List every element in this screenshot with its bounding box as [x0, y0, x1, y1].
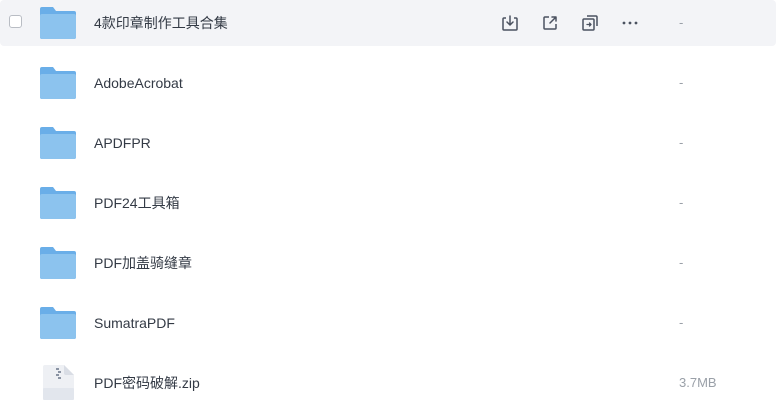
file-size: - — [679, 255, 684, 270]
file-name[interactable]: AdobeAcrobat — [94, 74, 183, 92]
zip-file-icon — [43, 365, 74, 400]
file-size: 3.7MB — [679, 375, 717, 390]
folder-icon — [40, 67, 76, 99]
file-row[interactable]: PDF加盖骑缝章 - — [0, 240, 776, 286]
file-row[interactable]: PDF24工具箱 - — [0, 180, 776, 226]
copy-to-icon — [582, 15, 598, 31]
file-row[interactable]: PDF密码破解.zip 3.7MB — [0, 360, 776, 406]
download-button[interactable] — [499, 12, 521, 34]
file-list: 4款印章制作工具合集 - AdobeAcrobat - APDFPR - PDF… — [0, 0, 776, 414]
file-name[interactable]: PDF24工具箱 — [94, 194, 180, 212]
file-name[interactable]: 4款印章制作工具合集 — [94, 14, 228, 32]
file-row[interactable]: SumatraPDF - — [0, 300, 776, 346]
folder-icon — [40, 187, 76, 219]
folder-icon — [40, 307, 76, 339]
file-row[interactable]: AdobeAcrobat - — [0, 60, 776, 106]
folder-icon — [40, 247, 76, 279]
row-checkbox[interactable] — [9, 15, 22, 28]
download-icon — [502, 15, 518, 31]
more-icon — [622, 21, 638, 25]
share-button[interactable] — [539, 12, 561, 34]
folder-icon — [40, 7, 76, 39]
copy-to-button[interactable] — [579, 12, 601, 34]
file-size: - — [679, 15, 684, 30]
file-row[interactable]: 4款印章制作工具合集 - — [0, 0, 776, 46]
file-size: - — [679, 75, 684, 90]
file-row[interactable]: APDFPR - — [0, 120, 776, 166]
file-name[interactable]: PDF密码破解.zip — [94, 374, 200, 392]
file-name[interactable]: APDFPR — [94, 134, 151, 152]
file-size: - — [679, 195, 684, 210]
more-button[interactable] — [619, 12, 641, 34]
share-icon — [543, 16, 557, 30]
file-size: - — [679, 315, 684, 330]
file-name[interactable]: SumatraPDF — [94, 314, 175, 332]
file-name[interactable]: PDF加盖骑缝章 — [94, 254, 192, 272]
file-size: - — [679, 135, 684, 150]
folder-icon — [40, 127, 76, 159]
